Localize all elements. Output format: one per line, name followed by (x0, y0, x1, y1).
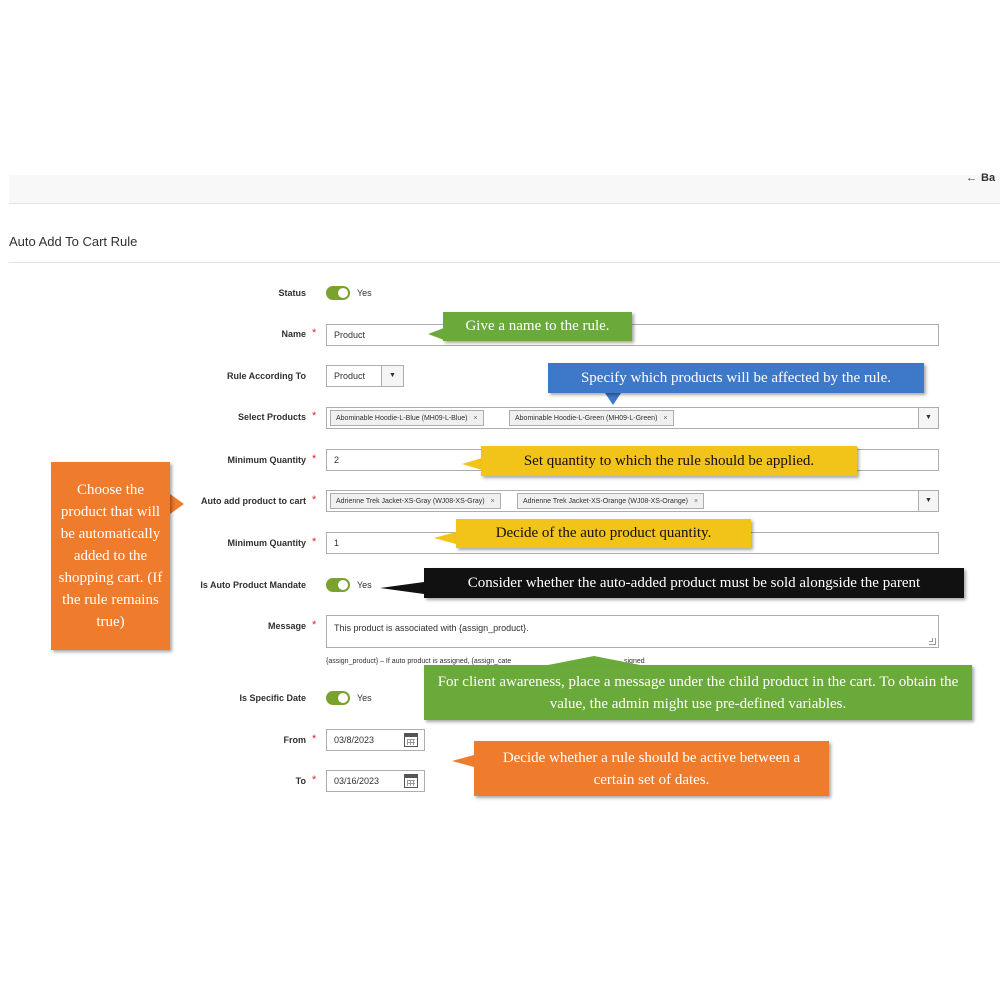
toggle-knob (338, 580, 348, 590)
select-products-label: Select Products (237, 412, 306, 422)
page-actions-bar (9, 175, 1000, 204)
product-chip-label: Abominable Hoodie-L-Blue (MH09-L-Blue) (336, 414, 468, 422)
message-value: This product is associated with {assign_… (334, 623, 529, 633)
required-mark: * (312, 774, 317, 786)
from-date-input[interactable]: 03/8/2023 (326, 729, 425, 751)
status-value: Yes (357, 288, 372, 298)
required-mark: * (312, 619, 317, 631)
auto-product-callout: Choose the product that will be automati… (51, 462, 170, 650)
message-callout: For client awareness, place a message un… (424, 665, 972, 720)
product-chip[interactable]: Abominable Hoodie-L-Blue (MH09-L-Blue) × (330, 410, 484, 426)
section-divider (9, 262, 1000, 263)
callout-pointer (462, 458, 482, 470)
callout-pointer (170, 494, 184, 514)
required-mark: * (312, 536, 317, 548)
to-date-value: 03/16/2023 (334, 776, 380, 786)
calendar-icon[interactable] (404, 774, 418, 788)
required-mark: * (312, 453, 317, 465)
auto-product-mandate-value: Yes (357, 580, 372, 590)
product-chip-label: Adrienne Trek Jacket-XS-Orange (WJ08-XS-… (523, 497, 688, 505)
callout-pointer (548, 656, 640, 665)
product-chip[interactable]: Adrienne Trek Jacket-XS-Gray (WJ08-XS-Gr… (330, 493, 501, 509)
product-chip-label: Adrienne Trek Jacket-XS-Gray (WJ08-XS-Gr… (336, 497, 485, 505)
dates-callout: Decide whether a rule should be active b… (474, 741, 829, 796)
chevron-down-icon: ▼ (381, 366, 403, 386)
callout-pointer (428, 328, 444, 340)
callout-pointer (452, 755, 474, 767)
is-specific-date-label: Is Specific Date (239, 693, 306, 703)
message-textarea[interactable]: This product is associated with {assign_… (326, 615, 939, 648)
products-callout: Specify which products will be affected … (548, 363, 924, 393)
from-date-value: 03/8/2023 (334, 735, 375, 745)
message-hint-text: {assign_product} – If auto product is as… (326, 658, 512, 665)
name-callout: Give a name to the rule. (443, 312, 632, 341)
callout-pointer (434, 532, 456, 544)
required-mark: * (312, 494, 317, 506)
minimum-quantity-value: 2 (334, 455, 340, 465)
remove-icon[interactable]: × (474, 415, 478, 422)
product-chip-label: Abominable Hoodie-L-Green (MH09-L-Green) (515, 414, 658, 422)
callout-pointer (605, 393, 621, 405)
back-arrow-icon: ← (966, 172, 977, 184)
resize-handle-icon[interactable] (929, 638, 936, 645)
name-label: Name (281, 329, 306, 339)
back-label: Ba (981, 172, 996, 184)
name-input[interactable]: Product (326, 324, 939, 346)
to-label: To (295, 776, 306, 786)
remove-icon[interactable]: × (663, 415, 667, 422)
mandate-callout: Consider whether the auto-added product … (424, 568, 964, 598)
required-mark: * (312, 327, 317, 339)
to-date-input[interactable]: 03/16/2023 (326, 770, 425, 792)
chevron-down-icon[interactable]: ▼ (918, 408, 938, 428)
required-mark: * (312, 733, 317, 745)
select-products-multiselect[interactable]: Abominable Hoodie-L-Blue (MH09-L-Blue) × … (326, 407, 939, 429)
remove-icon[interactable]: × (694, 498, 698, 505)
back-button[interactable]: ← Ba (966, 172, 995, 184)
rule-according-to-select[interactable]: Product ▼ (326, 365, 404, 387)
auto-minimum-quantity-value: 1 (334, 538, 340, 548)
remove-icon[interactable]: × (491, 498, 495, 505)
required-mark: * (312, 410, 317, 422)
message-hint: {assign_product} – If auto product is as… (326, 658, 511, 665)
chevron-down-icon[interactable]: ▼ (918, 491, 938, 511)
callout-pointer (380, 582, 424, 594)
auto-add-product-multiselect[interactable]: Adrienne Trek Jacket-XS-Gray (WJ08-XS-Gr… (326, 490, 939, 512)
quantity-callout: Set quantity to which the rule should be… (481, 446, 857, 476)
rule-according-to-value: Product (334, 371, 366, 381)
status-label: Status (278, 288, 306, 298)
product-chip[interactable]: Adrienne Trek Jacket-XS-Orange (WJ08-XS-… (517, 493, 705, 509)
calendar-icon[interactable] (404, 733, 418, 747)
section-title: Auto Add To Cart Rule (9, 234, 138, 249)
auto-quantity-callout: Decide of the auto product quantity. (456, 519, 751, 548)
specific-date-value: Yes (357, 693, 372, 703)
from-label: From (283, 735, 307, 745)
name-input-value: Product (334, 330, 366, 340)
status-toggle[interactable] (326, 286, 350, 300)
toggle-knob (338, 288, 348, 298)
auto-product-mandate-toggle[interactable] (326, 578, 350, 592)
toggle-knob (338, 693, 348, 703)
rule-according-to-label: Rule According To (226, 371, 306, 381)
specific-date-toggle[interactable] (326, 691, 350, 705)
product-chip[interactable]: Abominable Hoodie-L-Green (MH09-L-Green)… (509, 410, 674, 426)
